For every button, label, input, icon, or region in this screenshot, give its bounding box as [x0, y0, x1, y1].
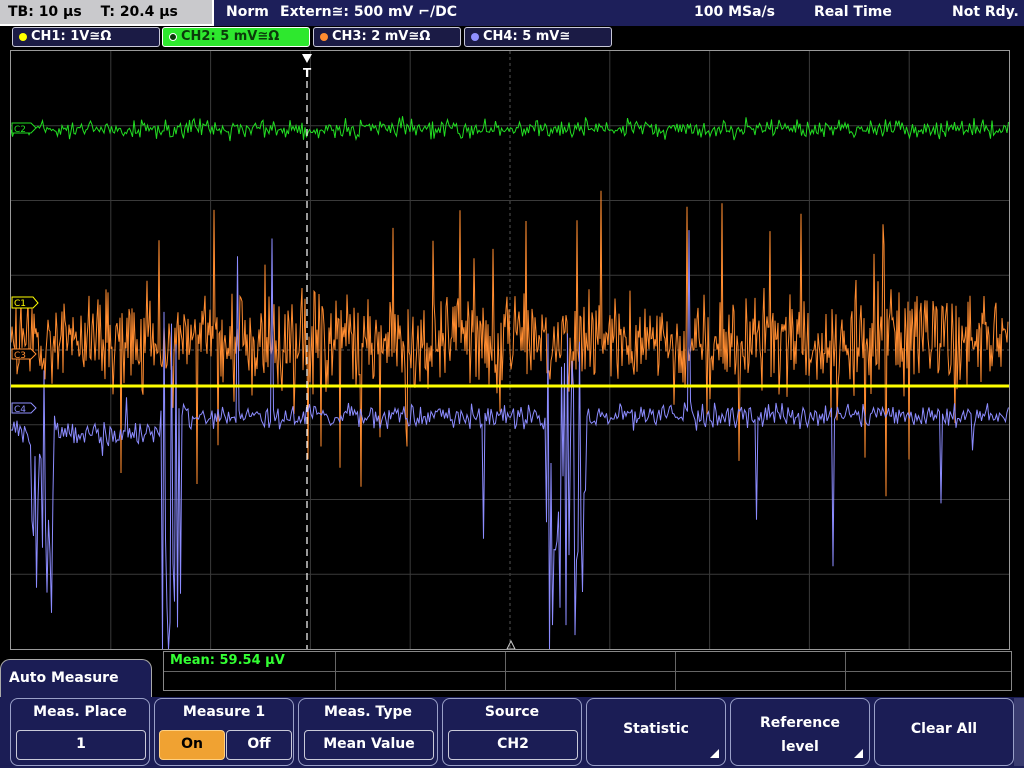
timebase-block[interactable]: TB: 10 µs T: 20.4 µs — [0, 0, 214, 26]
run-state: Not Rdy. — [952, 4, 1019, 20]
ch2-offset-marker[interactable]: C2 — [11, 122, 37, 135]
ch2-label: CH2: 5 mV≅Ω — [181, 29, 280, 44]
source-value[interactable]: CH2 — [448, 730, 578, 760]
acquisition-mode: Real Time — [814, 4, 892, 20]
ch1-label: CH1: 1V≅Ω — [31, 29, 112, 44]
measurement-results: Mean: 59.54 µV — [163, 651, 1012, 691]
clear-all-softkey[interactable]: Clear All — [874, 698, 1014, 766]
sample-rate: 100 MSa/s — [694, 4, 776, 20]
source-softkey[interactable]: Source CH2 — [442, 698, 582, 766]
measure1-on-button[interactable]: On — [159, 730, 225, 760]
ch4-label: CH4: 5 mV≅ — [483, 29, 571, 44]
timebase-readout: TB: 10 µs — [8, 4, 82, 20]
reference-level-label: Reference level — [759, 715, 841, 755]
submenu-arrow-icon — [710, 749, 719, 758]
svg-text:C2: C2 — [14, 125, 26, 135]
submenu-arrow-icon — [854, 749, 863, 758]
softkey-scroll-indicator[interactable] — [1014, 698, 1024, 766]
meas-type-label: Meas. Type — [324, 704, 412, 720]
ch1-dot-icon — [19, 33, 27, 41]
meas-type-softkey[interactable]: Meas. Type Mean Value — [298, 698, 438, 766]
ch2-dot-icon — [169, 33, 177, 41]
statistic-softkey[interactable]: Statistic — [586, 698, 726, 766]
ch3-offset-marker[interactable]: C3 — [11, 348, 37, 361]
meas-place-value[interactable]: 1 — [16, 730, 146, 760]
panel-title: Auto Measure — [0, 659, 152, 697]
waveform-canvas: T C2 C1 C3 C4 — [11, 51, 1009, 649]
tab-ch3[interactable]: CH3: 2 mV≅Ω — [313, 27, 461, 47]
trigger-time-readout: T: 20.4 µs — [100, 4, 178, 20]
trigger-mode[interactable]: Norm — [226, 0, 269, 26]
clear-all-label: Clear All — [910, 721, 978, 737]
svg-text:C1: C1 — [14, 299, 26, 309]
tab-ch1[interactable]: CH1: 1V≅Ω — [12, 27, 160, 47]
meas-place-softkey[interactable]: Meas. Place 1 — [10, 698, 150, 766]
measurement-row: Mean: 59.54 µV — [164, 652, 1011, 672]
measure1-softkey[interactable]: Measure 1 On Off — [154, 698, 294, 766]
tab-ch4[interactable]: CH4: 5 mV≅ — [464, 27, 612, 47]
ch3-label: CH3: 2 mV≅Ω — [332, 29, 431, 44]
waveform-display[interactable]: T C2 C1 C3 C4 — [10, 50, 1010, 650]
ch3-trace — [11, 190, 1009, 497]
trigger-level-arrow-icon — [506, 639, 516, 649]
measure1-label: Measure 1 — [182, 704, 266, 720]
measure1-off-button[interactable]: Off — [226, 730, 292, 760]
svg-text:C4: C4 — [14, 405, 26, 415]
ch3-dot-icon — [320, 33, 328, 41]
meas-place-label: Meas. Place — [33, 704, 127, 720]
svg-text:C3: C3 — [14, 351, 26, 361]
meas-type-value[interactable]: Mean Value — [304, 730, 434, 760]
reference-level-softkey[interactable]: Reference level — [730, 698, 870, 766]
tab-ch2[interactable]: CH2: 5 mV≅Ω — [162, 27, 310, 47]
mean-readout: Mean: 59.54 µV — [170, 653, 285, 668]
trigger-source[interactable]: Extern≅: 500 mV ⌐/DC — [280, 0, 457, 26]
statistic-label: Statistic — [623, 721, 689, 737]
ch1-offset-marker[interactable]: C1 — [11, 296, 39, 309]
trigger-marker-label: T — [303, 66, 312, 80]
source-label: Source — [484, 704, 540, 720]
ch4-dot-icon — [471, 33, 479, 41]
ch4-offset-marker[interactable]: C4 — [11, 402, 37, 415]
